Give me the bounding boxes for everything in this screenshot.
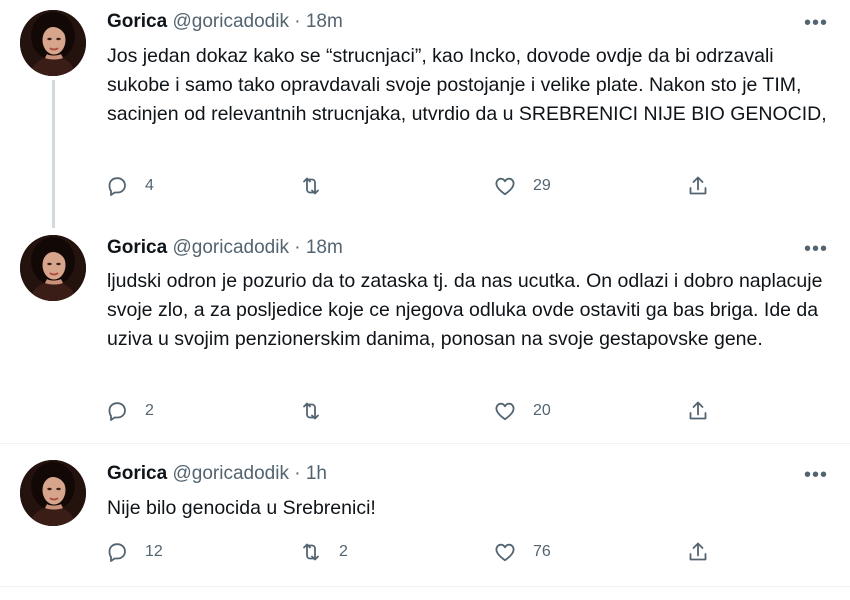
tweet-text: Jos jedan dokaz kako se “strucnjaci”, ka… <box>107 45 827 125</box>
share-icon <box>686 540 710 564</box>
display-name[interactable]: Gorica <box>107 11 167 32</box>
avatar[interactable] <box>20 460 86 526</box>
like-button[interactable]: 20 <box>493 398 551 424</box>
display-name[interactable]: Gorica <box>107 463 167 484</box>
timestamp[interactable]: 1h <box>306 463 327 484</box>
avatar[interactable] <box>20 10 86 76</box>
like-count: 76 <box>533 543 551 560</box>
reply-count: 12 <box>145 543 163 560</box>
reply-button[interactable]: 2 <box>105 398 154 424</box>
tweet-3[interactable]: Gorica @goricadodik · 1h ••• Nije bilo g… <box>0 444 850 586</box>
reply-icon <box>105 540 129 564</box>
retweet-icon <box>299 174 323 198</box>
share-icon <box>686 174 710 198</box>
heart-icon <box>493 540 517 564</box>
tweet-header: Gorica @goricadodik · 18m <box>107 10 343 34</box>
more-icon[interactable]: ••• <box>804 239 828 259</box>
retweet-icon <box>299 540 323 564</box>
tweet-text: Nije bilo genocida u Srebrenici! <box>107 497 376 519</box>
separator-dot: · <box>294 11 301 32</box>
retweet-button[interactable]: 2 <box>299 539 348 565</box>
timestamp[interactable]: 18m <box>306 11 343 32</box>
retweet-icon <box>299 399 323 423</box>
user-handle[interactable]: @goricadodik <box>172 463 288 484</box>
tweet-header: Gorica @goricadodik · 18m <box>107 236 343 260</box>
reply-icon <box>105 399 129 423</box>
display-name[interactable]: Gorica <box>107 237 167 258</box>
share-button[interactable] <box>686 173 710 199</box>
retweet-button[interactable] <box>299 173 339 199</box>
reply-count: 4 <box>145 177 154 194</box>
share-icon <box>686 399 710 423</box>
reply-count: 2 <box>145 402 154 419</box>
share-button[interactable] <box>686 398 710 424</box>
reply-button[interactable]: 12 <box>105 539 163 565</box>
like-count: 29 <box>533 177 551 194</box>
avatar[interactable] <box>20 235 86 301</box>
retweet-count: 2 <box>339 543 348 560</box>
timestamp[interactable]: 18m <box>306 237 343 258</box>
separator-dot: · <box>294 463 301 484</box>
like-button[interactable]: 29 <box>493 173 551 199</box>
tweet-actions: 12 2 76 <box>105 539 725 565</box>
tweet-2[interactable]: Gorica @goricadodik · 18m ••• ljudski od… <box>0 228 850 443</box>
reply-icon <box>105 174 129 198</box>
like-button[interactable]: 76 <box>493 539 551 565</box>
tweet-header: Gorica @goricadodik · 1h <box>107 462 327 486</box>
more-icon[interactable]: ••• <box>804 465 828 485</box>
tweet-actions: 4 29 <box>105 173 725 199</box>
more-icon[interactable]: ••• <box>804 13 828 33</box>
reply-button[interactable]: 4 <box>105 173 154 199</box>
tweet-actions: 2 20 <box>105 398 725 424</box>
retweet-button[interactable] <box>299 398 339 424</box>
tweet-divider <box>0 586 850 587</box>
user-handle[interactable]: @goricadodik <box>172 237 288 258</box>
tweet-text: ljudski odron je pozurio da to zataska t… <box>107 270 823 350</box>
heart-icon <box>493 174 517 198</box>
heart-icon <box>493 399 517 423</box>
like-count: 20 <box>533 402 551 419</box>
tweet-1[interactable]: Gorica @goricadodik · 18m ••• Jos jedan … <box>0 0 850 228</box>
separator-dot: · <box>294 237 301 258</box>
user-handle[interactable]: @goricadodik <box>172 11 288 32</box>
share-button[interactable] <box>686 539 710 565</box>
